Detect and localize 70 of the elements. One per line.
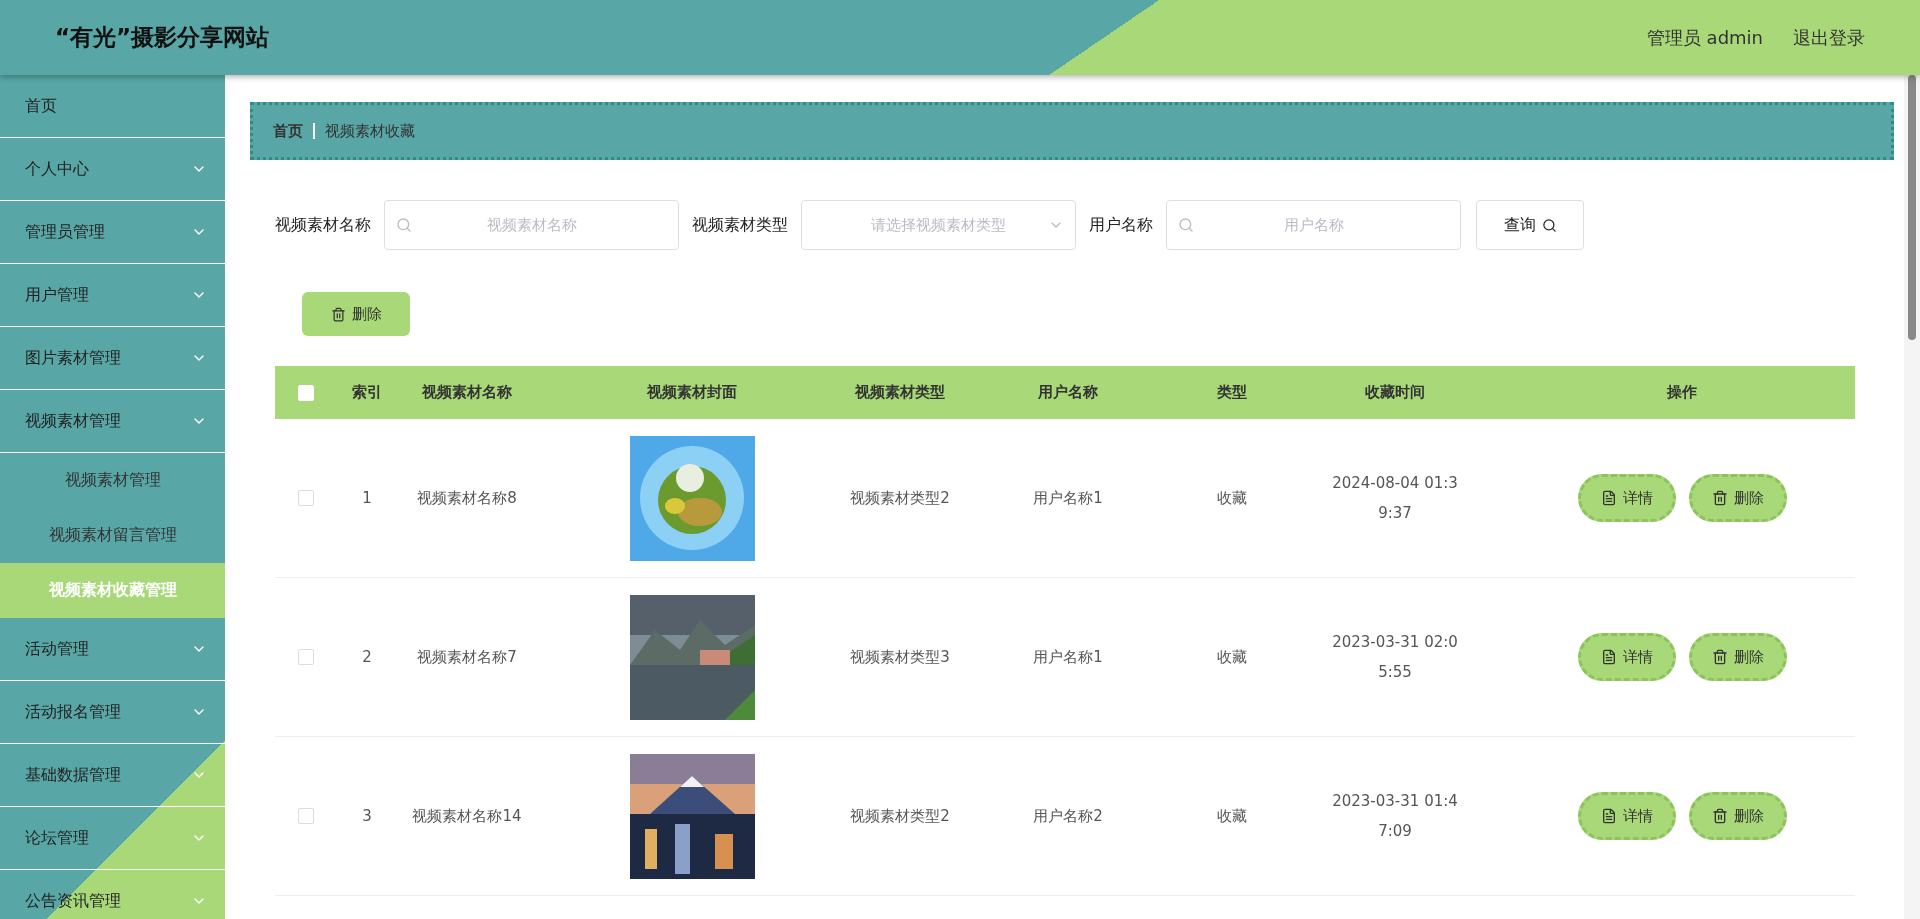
search-icon [396,217,412,233]
search-field[interactable]: 用户名称 [1166,200,1461,250]
column-header: 索引 [352,383,382,402]
row-checkbox[interactable] [298,649,314,665]
trash-icon [1711,808,1728,824]
column-header: 用户名称 [1038,383,1098,402]
table-cell-text: 2024-08-04 01:39:37 [1331,473,1459,524]
search-icon [1541,217,1557,233]
search-icon [1178,217,1194,233]
table-cell: 视频素材类型3 [850,647,950,667]
table-cell: 收藏 [1217,647,1247,667]
table-cell-text: 2023-03-31 02:05:55 [1331,632,1459,683]
query-button[interactable]: 查询 [1476,200,1584,250]
site-title: “有光”摄影分享网站 [55,23,271,52]
table-cell: 3 [362,807,372,825]
sidebar-item[interactable]: 管理员管理 [0,201,225,264]
trash-icon [1711,490,1728,506]
sidebar-item[interactable]: 图片素材管理 [0,327,225,390]
column-header: 收藏时间 [1365,383,1425,402]
delete-button[interactable]: 删除 [1688,474,1787,522]
table-cell: 2 [362,648,372,666]
table-cell: 1 [362,489,372,507]
logout-link[interactable]: 退出登录 [1793,25,1865,50]
table-cell: 视频素材类型2 [850,806,950,826]
row-checkbox[interactable] [298,808,314,824]
column-header: 类型 [1217,383,1247,402]
column-header: 视频素材类型 [855,383,945,402]
breadcrumb-item[interactable]: 首页 [273,121,303,141]
table-cell: 用户名称1 [1033,647,1103,667]
sidebar-item[interactable]: 用户管理 [0,264,225,327]
filter-label: 视频素材名称 [275,214,371,236]
table-cell-text: 2023-03-31 01:47:09 [1331,791,1459,842]
sidebar-item[interactable]: 首页 [0,75,225,138]
document-icon [1600,649,1617,665]
select-all-checkbox[interactable] [298,384,314,401]
trash-icon [330,306,346,322]
table-cell: 用户名称1 [1033,488,1103,508]
table-cell: 收藏 [1217,806,1247,826]
sidebar-item[interactable]: 活动管理 [0,618,225,681]
row-checkbox[interactable] [298,490,314,506]
column-header: 视频素材封面 [647,383,737,402]
sidebar-item[interactable]: 论坛管理 [0,807,225,870]
scrollbar[interactable] [1904,75,1920,919]
details-button[interactable]: 详情 [1577,792,1676,840]
document-icon [1600,490,1617,506]
table-cell: 视频素材类型2 [850,488,950,508]
select-field[interactable]: 请选择视频素材类型 [801,200,1076,250]
delete-button[interactable]: 删除 [302,292,410,336]
delete-button[interactable]: 删除 [1688,792,1787,840]
table-cell: 视频素材名称8 [417,488,517,508]
details-button[interactable]: 详情 [1577,474,1676,522]
breadcrumb-item: 视频素材收藏 [325,121,415,141]
sidebar-item[interactable]: 公告资讯管理 [0,870,225,919]
column-header: 操作 [1667,383,1697,402]
table-cell: 用户名称2 [1033,806,1103,826]
sidebar-item[interactable]: 基础数据管理 [0,744,225,807]
table-cell: 视频素材名称14 [412,806,522,826]
search-field[interactable]: 视频素材名称 [384,200,679,250]
table-cell: 收藏 [1217,488,1247,508]
column-header: 视频素材名称 [422,383,512,402]
user-label: 管理员 admin [1646,25,1763,50]
trash-icon [1711,649,1728,665]
filter-label: 用户名称 [1089,214,1153,236]
document-icon [1600,808,1617,824]
sidebar-item[interactable]: 个人中心 [0,138,225,201]
filter-label: 视频素材类型 [692,214,788,236]
delete-button[interactable]: 删除 [1688,633,1787,681]
sidebar-item[interactable]: 活动报名管理 [0,681,225,744]
details-button[interactable]: 详情 [1577,633,1676,681]
table-cell: 视频素材名称7 [417,647,517,667]
